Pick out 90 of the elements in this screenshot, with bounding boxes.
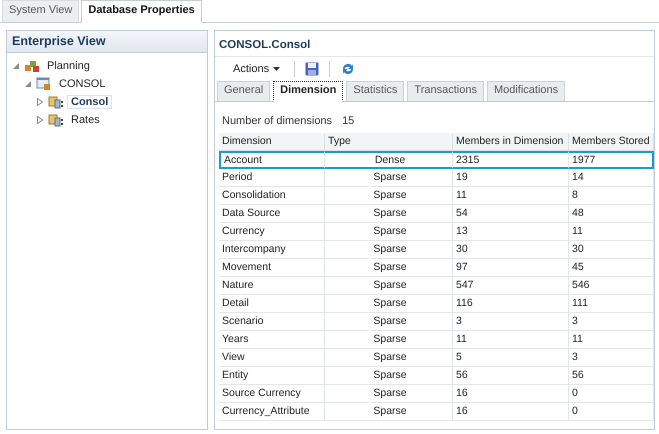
table-cell: 30 <box>453 241 569 259</box>
table-cell: 3 <box>569 349 654 367</box>
expanded-arrow-icon[interactable] <box>24 80 32 88</box>
tab[interactable]: Database Properties <box>81 0 202 23</box>
table-cell: 5 <box>453 349 569 367</box>
table-cell: 111 <box>569 295 654 313</box>
column-header[interactable]: Members Stored <box>569 133 654 151</box>
panel-title: CONSOL.Consol <box>215 31 654 57</box>
expanded-arrow-icon[interactable] <box>12 62 20 70</box>
cube-folder-icon <box>48 95 64 109</box>
table-cell: Account <box>219 151 325 169</box>
table-cell: Sparse <box>325 295 453 313</box>
table-cell: Currency <box>219 223 325 241</box>
table-cell: Sparse <box>325 403 453 421</box>
table-cell: Scenario <box>219 313 325 331</box>
cubes-icon <box>24 59 40 73</box>
column-header[interactable]: Type <box>325 133 453 151</box>
tab[interactable]: Transactions <box>407 81 484 101</box>
collapsed-arrow-icon[interactable] <box>36 116 44 124</box>
tab[interactable]: General <box>217 81 270 101</box>
table-cell: 1977 <box>569 151 654 169</box>
table-cell: Movement <box>219 259 325 277</box>
caret-icon <box>273 67 280 71</box>
table-cell: Detail <box>219 295 325 313</box>
table-cell: Sparse <box>325 385 453 403</box>
table-cell: 11 <box>453 187 569 205</box>
table-cell: 97 <box>453 259 569 277</box>
tree-item[interactable]: Planning <box>43 59 94 73</box>
table-cell: Period <box>219 169 325 187</box>
table-cell: 16 <box>453 385 569 403</box>
count-value: 15 <box>342 115 354 127</box>
save-icon[interactable] <box>305 62 320 76</box>
actions-menu-button[interactable]: Actions <box>229 61 284 77</box>
cube-folder-icon <box>48 113 64 127</box>
table-cell: 19 <box>453 169 569 187</box>
table-cell: 3 <box>569 313 654 331</box>
table-cell: 116 <box>453 295 569 313</box>
tree-item[interactable]: CONSOL <box>55 77 110 91</box>
table-cell: Sparse <box>325 277 453 295</box>
table-cell: Nature <box>219 277 325 295</box>
table-cell: Entity <box>219 367 325 385</box>
table-cell: 11 <box>453 331 569 349</box>
table-cell: Data Source <box>219 205 325 223</box>
table-cell: Source Currency <box>219 385 325 403</box>
table-cell: 14 <box>569 169 654 187</box>
tab[interactable]: System View <box>2 0 80 22</box>
table-cell: Sparse <box>325 187 453 205</box>
table-cell: 547 <box>453 277 569 295</box>
panel-title: Enterprise View <box>7 31 207 53</box>
count-label: Number of dimensions <box>222 115 332 127</box>
table-cell: 48 <box>569 205 654 223</box>
table-cell: 11 <box>569 331 654 349</box>
tab[interactable]: Modifications <box>486 81 566 101</box>
column-header[interactable]: Members in Dimension <box>453 133 569 151</box>
table-cell: Sparse <box>325 313 453 331</box>
tree-item[interactable]: Consol <box>67 95 112 109</box>
table-cell: 11 <box>569 223 654 241</box>
database-window-icon <box>36 77 52 91</box>
table-cell: Sparse <box>325 223 453 241</box>
table-cell: 3 <box>453 313 569 331</box>
table-cell: 546 <box>569 277 654 295</box>
table-cell: Consolidation <box>219 187 325 205</box>
table-cell: Sparse <box>325 169 453 187</box>
table-cell: Sparse <box>325 259 453 277</box>
table-cell: Sparse <box>325 331 453 349</box>
tab[interactable]: Statistics <box>346 81 404 101</box>
table-cell: 54 <box>453 205 569 223</box>
table-cell: Currency_Attribute <box>219 403 325 421</box>
tab[interactable]: Dimension <box>273 81 344 102</box>
table-cell: Sparse <box>325 367 453 385</box>
table-cell: Sparse <box>325 205 453 223</box>
table-cell: 56 <box>453 367 569 385</box>
table-cell: 16 <box>453 403 569 421</box>
table-cell: Years <box>219 331 325 349</box>
table-cell: 0 <box>569 385 654 403</box>
table-cell: Sparse <box>325 241 453 259</box>
column-header[interactable]: Dimension <box>219 133 325 151</box>
table-cell: 45 <box>569 259 654 277</box>
collapsed-arrow-icon[interactable] <box>36 98 44 106</box>
table-cell: 56 <box>569 367 654 385</box>
table-cell: Intercompany <box>219 241 325 259</box>
table-cell: View <box>219 349 325 367</box>
table-cell: 0 <box>569 403 654 421</box>
table-cell: 30 <box>569 241 654 259</box>
table-cell: Sparse <box>325 349 453 367</box>
table-cell: 8 <box>569 187 654 205</box>
table-cell: Dense <box>325 151 453 169</box>
tree-item[interactable]: Rates <box>67 113 104 127</box>
table-cell: 2315 <box>453 151 569 169</box>
table-cell: 13 <box>453 223 569 241</box>
